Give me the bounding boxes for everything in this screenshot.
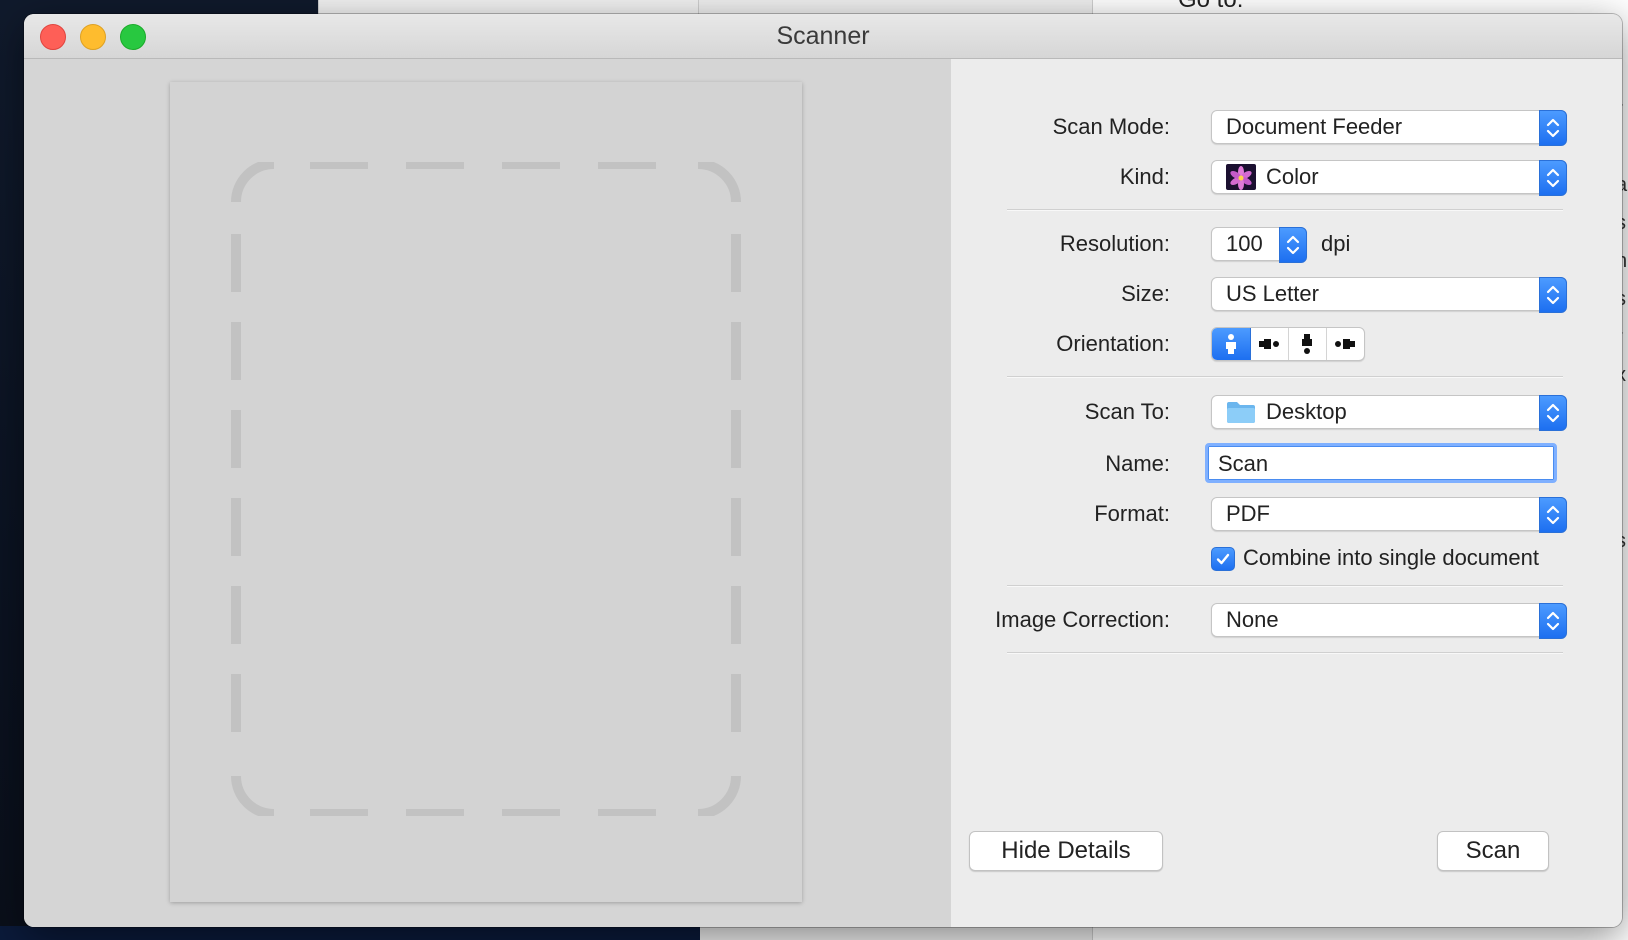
resolution-label: Resolution:	[1059, 231, 1170, 256]
scan-details-panel: Scan Mode: Document Feeder Kind: Color R…	[951, 59, 1622, 927]
scan-mode-popup[interactable]: Document Feeder	[1211, 110, 1567, 146]
image-correction-label: Image Correction:	[995, 607, 1170, 632]
orientation-label: Orientation:	[1056, 331, 1170, 356]
combine-checkbox[interactable]	[1211, 547, 1235, 571]
size-popup[interactable]: US Letter	[1211, 277, 1567, 313]
kind-row: Kind: Color	[951, 160, 1622, 196]
checkmark-icon	[1216, 553, 1230, 565]
scan-mode-label: Scan Mode:	[1052, 114, 1170, 139]
orientation-portrait-button[interactable]	[1212, 328, 1251, 360]
combine-row: Combine into single document	[951, 541, 1622, 575]
name-row: Name:	[951, 443, 1622, 483]
title-bar[interactable]: Scanner	[24, 14, 1622, 59]
person-upright-icon	[1226, 334, 1236, 354]
scan-to-label: Scan To:	[1084, 399, 1170, 424]
name-input[interactable]	[1216, 446, 1540, 482]
image-correction-row: Image Correction: None	[951, 603, 1622, 639]
format-row: Format: PDF	[951, 497, 1622, 533]
scan-to-row: Scan To: Desktop	[951, 395, 1622, 431]
size-value: US Letter	[1226, 281, 1319, 306]
orientation-segmented-control	[1211, 327, 1365, 361]
kind-value: Color	[1266, 164, 1319, 189]
combine-label: Combine into single document	[1243, 545, 1539, 570]
window-title: Scanner	[776, 22, 870, 50]
kind-popup[interactable]: Color	[1211, 160, 1567, 196]
hide-details-button[interactable]: Hide Details	[969, 831, 1163, 871]
resolution-unit: dpi	[1321, 231, 1351, 256]
orientation-row: Orientation:	[951, 327, 1622, 361]
scan-to-popup[interactable]: Desktop	[1211, 395, 1567, 431]
chevron-up-down-icon	[1539, 110, 1567, 146]
scan-preview-area[interactable]	[24, 59, 951, 927]
section-divider	[1007, 209, 1563, 211]
section-divider	[1007, 376, 1563, 378]
folder-icon	[1227, 402, 1255, 423]
orientation-rotate-right-button[interactable]	[1326, 328, 1364, 360]
name-label: Name:	[1105, 451, 1170, 476]
size-label: Size:	[1121, 281, 1170, 306]
resolution-value: 100	[1226, 231, 1263, 256]
resolution-row: Resolution: 100 dpi	[951, 227, 1622, 263]
kind-label: Kind:	[1119, 164, 1170, 189]
orientation-upside-down-button[interactable]	[1288, 328, 1327, 360]
section-divider	[1007, 585, 1563, 587]
person-upside-down-icon	[1302, 334, 1312, 354]
flower-color-icon	[1226, 164, 1256, 190]
chevron-up-down-icon	[1539, 277, 1567, 313]
image-correction-popup[interactable]: None	[1211, 603, 1567, 639]
scan-button[interactable]: Scan	[1437, 831, 1549, 871]
person-rotated-right-icon	[1335, 339, 1355, 349]
desktop-background-band	[0, 926, 700, 940]
image-correction-value: None	[1226, 607, 1279, 632]
chevron-up-down-icon	[1539, 497, 1567, 533]
section-divider	[1007, 652, 1563, 654]
chevron-up-down-icon[interactable]	[1279, 227, 1307, 263]
scan-mode-value: Document Feeder	[1226, 114, 1403, 139]
orientation-rotate-left-button[interactable]	[1250, 328, 1289, 360]
document-placeholder-icon	[231, 162, 741, 816]
format-value: PDF	[1226, 501, 1270, 526]
scanner-window: Scanner Scan Mode: Document Feeder Kind:…	[24, 14, 1622, 927]
chevron-up-down-icon	[1539, 160, 1567, 196]
scan-mode-row: Scan Mode: Document Feeder	[951, 110, 1622, 146]
chevron-up-down-icon	[1539, 395, 1567, 431]
person-rotated-left-icon	[1259, 339, 1279, 349]
format-label: Format:	[1094, 501, 1170, 526]
name-field[interactable]	[1205, 443, 1557, 483]
scan-to-value: Desktop	[1266, 399, 1347, 424]
format-popup[interactable]: PDF	[1211, 497, 1567, 533]
chevron-up-down-icon	[1539, 603, 1567, 639]
background-goto-text: Go to:	[1178, 0, 1243, 14]
preview-page	[170, 82, 802, 902]
resolution-combo[interactable]: 100	[1211, 227, 1307, 263]
size-row: Size: US Letter	[951, 277, 1622, 313]
